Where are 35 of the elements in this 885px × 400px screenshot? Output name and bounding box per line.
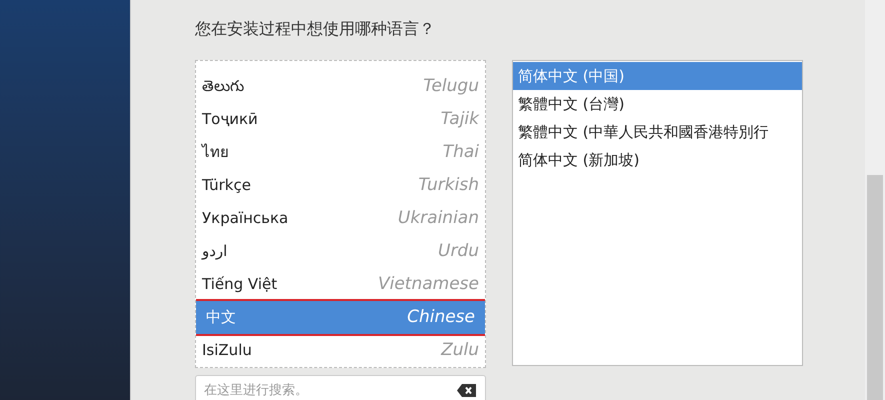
locale-item[interactable]: 简体中文 (中国) [513, 62, 802, 90]
english-name: Thai [442, 140, 479, 164]
native-name: Türkçe [202, 175, 251, 196]
native-name: Tiếng Việt [202, 274, 278, 296]
native-name: ไทย [202, 142, 229, 164]
english-name: Zulu [441, 338, 479, 362]
question-heading: 您在安装过程中想使用哪种语言？ [195, 18, 436, 40]
scrollbar[interactable] [865, 0, 885, 400]
native-name: IsiZulu [202, 340, 252, 362]
language-row[interactable]: Українська Ukrainian [196, 202, 485, 235]
locale-item[interactable]: 繁體中文 (中華人民共和國香港特別行 [513, 118, 802, 146]
locale-item[interactable]: 简体中文 (新加坡) [513, 146, 802, 174]
locale-item[interactable]: 繁體中文 (台灣) [513, 90, 802, 118]
language-row[interactable]: Тоҷикӣ Tajik [196, 103, 485, 136]
language-row[interactable]: 中文 Chinese [196, 301, 485, 334]
english-name: Chinese [407, 306, 475, 329]
english-name: Urdu [438, 240, 479, 263]
native-name: తెలుగు [202, 76, 244, 98]
native-name: Тоҷикӣ [202, 109, 258, 130]
clear-icon[interactable] [457, 384, 476, 397]
search-field[interactable]: 在这里进行搜索。 [195, 375, 486, 400]
language-row[interactable]: Tiếng Việt Vietnamese [196, 268, 485, 301]
language-row[interactable]: IsiZulu Zulu [196, 334, 485, 367]
english-name: Vietnamese [378, 272, 479, 296]
english-name: Turkish [418, 174, 479, 197]
english-name: Telugu [423, 74, 479, 98]
scrollbar-thumb[interactable] [867, 175, 883, 400]
native-name: Українська [202, 208, 288, 230]
english-name: Ukrainian [398, 206, 479, 230]
language-row[interactable]: Türkçe Turkish [196, 169, 485, 202]
language-row[interactable]: తెలుగు Telugu [196, 70, 485, 103]
native-name: 中文 [206, 307, 236, 328]
language-row[interactable]: ไทย Thai [196, 136, 485, 169]
english-name: Tajik [440, 108, 479, 131]
native-name: اردو [202, 241, 228, 262]
